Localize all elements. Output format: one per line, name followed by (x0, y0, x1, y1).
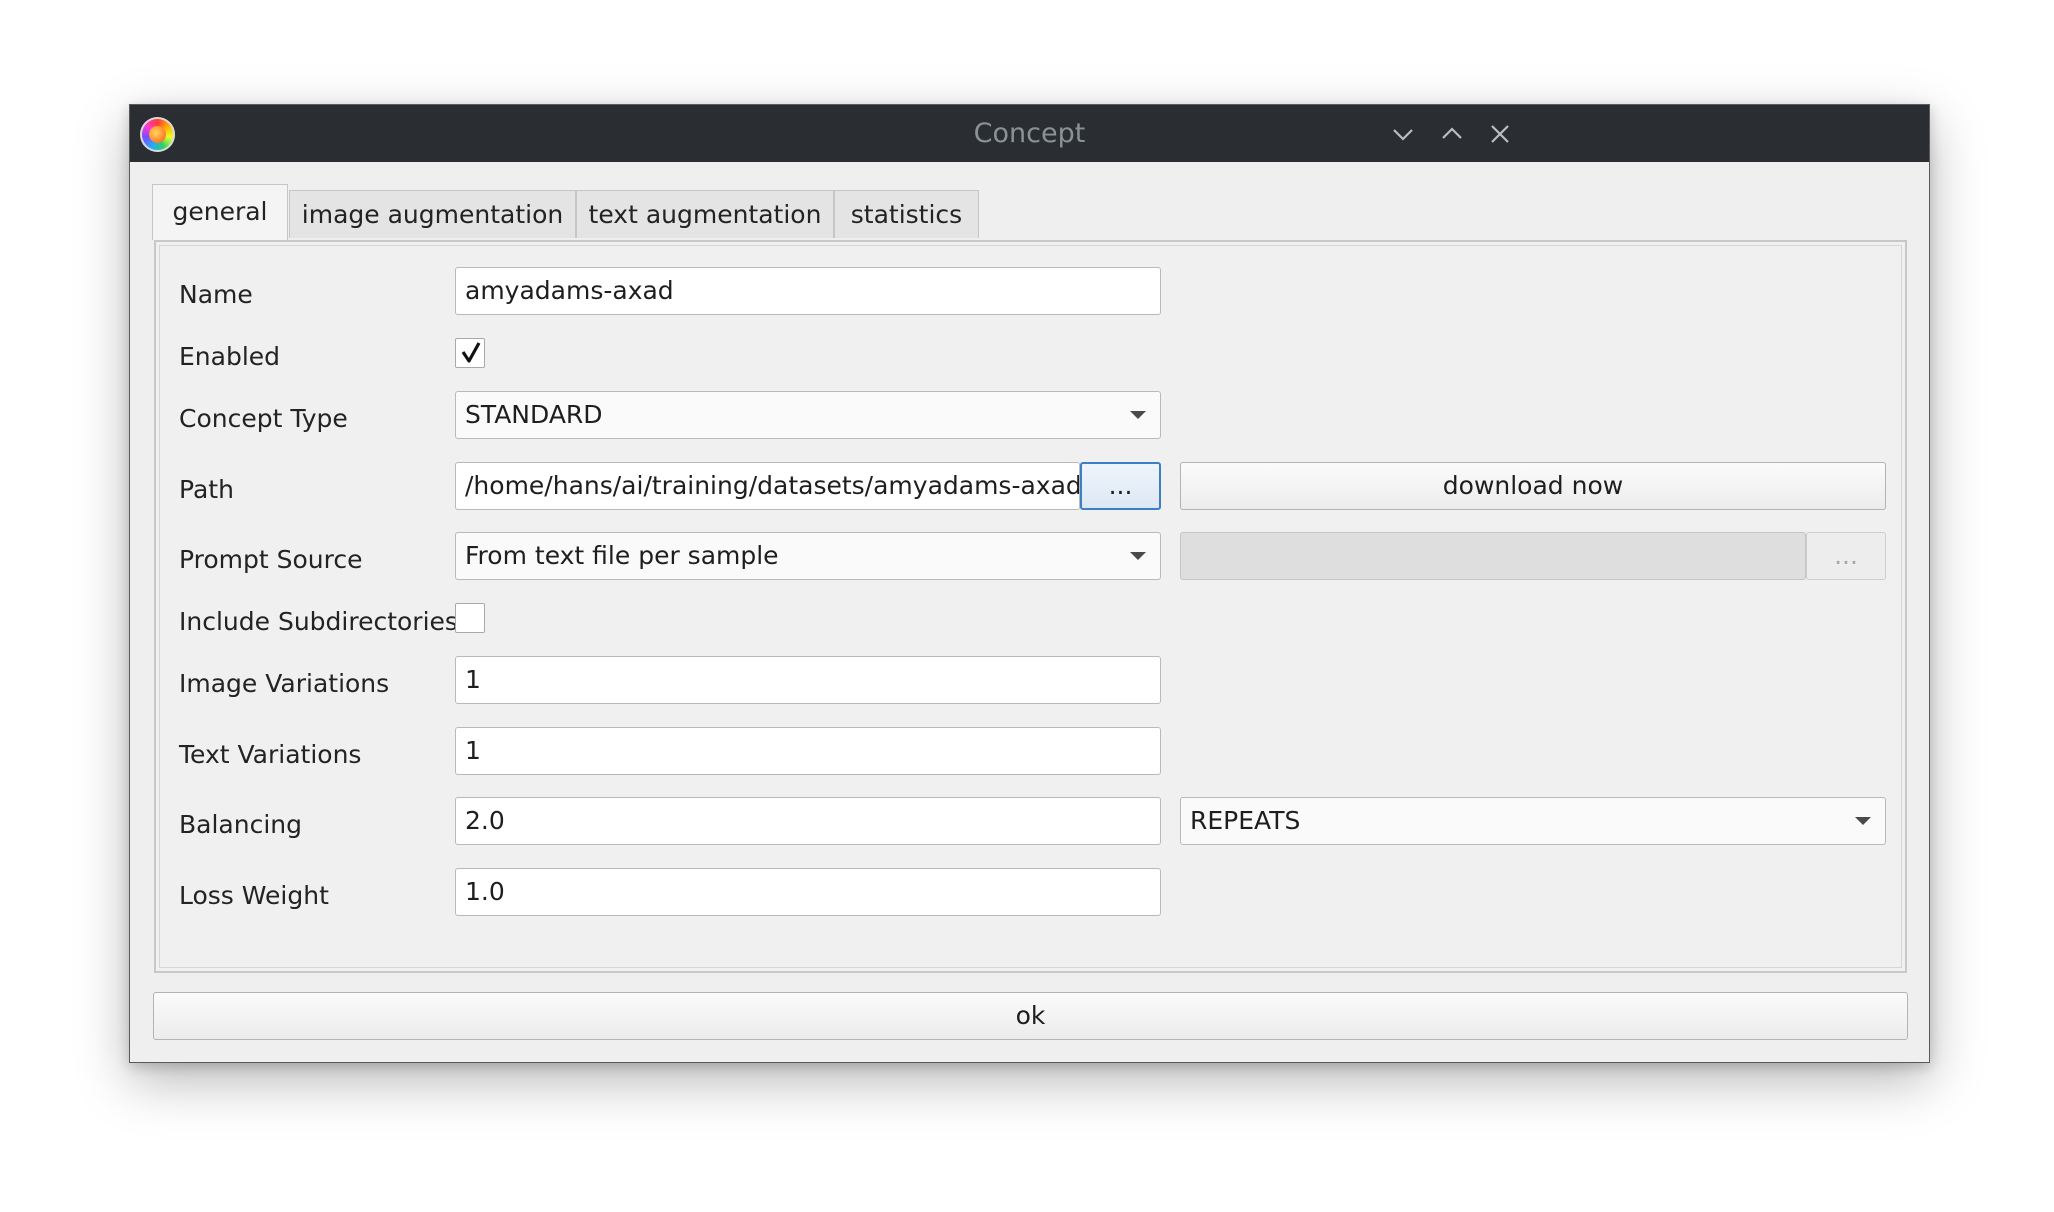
image-variations-input[interactable]: 1 (455, 656, 1161, 704)
chevron-down-icon (1130, 552, 1146, 560)
chevron-down-icon (1130, 411, 1146, 419)
prompt-source-select[interactable]: From text file per sample (455, 532, 1161, 580)
text-variations-input[interactable]: 1 (455, 727, 1161, 775)
chevron-down-icon (1855, 817, 1871, 825)
tab-text-augmentation[interactable]: text augmentation (576, 190, 834, 238)
path-browse-button[interactable]: ... (1080, 462, 1161, 510)
text-variations-label: Text Variations (179, 740, 362, 769)
concept-type-select[interactable]: STANDARD (455, 391, 1161, 439)
concept-type-label: Concept Type (179, 404, 348, 433)
close-icon[interactable] (1485, 119, 1515, 149)
window-title: Concept (973, 118, 1086, 149)
balancing-label: Balancing (179, 810, 302, 839)
include-subdirectories-checkbox[interactable] (455, 603, 485, 633)
minimize-icon[interactable] (1388, 119, 1418, 149)
path-input[interactable]: /home/hans/ai/training/datasets/amyadams… (455, 462, 1080, 510)
ok-button[interactable]: ok (153, 992, 1908, 1040)
loss-weight-input[interactable]: 1.0 (455, 868, 1161, 916)
tab-statistics[interactable]: statistics (834, 190, 979, 238)
checkmark-icon (461, 342, 481, 363)
name-input[interactable]: amyadams-axad (455, 267, 1161, 315)
tab-image-augmentation[interactable]: image augmentation (289, 190, 576, 238)
image-variations-label: Image Variations (179, 669, 390, 698)
prompt-source-value: From text file per sample (465, 541, 779, 570)
name-label: Name (179, 280, 253, 309)
prompt-source-path-input (1180, 532, 1806, 580)
download-now-button[interactable]: download now (1180, 462, 1886, 510)
title-bar[interactable]: Concept (130, 105, 1929, 162)
enabled-checkbox[interactable] (455, 338, 485, 368)
balancing-strategy-value: REPEATS (1190, 806, 1301, 835)
balancing-strategy-select[interactable]: REPEATS (1180, 797, 1886, 845)
include-subdirectories-label: Include Subdirectories (179, 607, 458, 636)
enabled-label: Enabled (179, 342, 281, 371)
prompt-source-browse-button: ... (1806, 532, 1886, 580)
maximize-icon[interactable] (1437, 119, 1467, 149)
path-label: Path (179, 475, 234, 504)
balancing-input[interactable]: 2.0 (455, 797, 1161, 845)
prompt-source-label: Prompt Source (179, 545, 363, 574)
loss-weight-label: Loss Weight (179, 881, 329, 910)
tab-general[interactable]: general (152, 184, 288, 240)
concept-dialog: Concept general image augmentation text … (129, 104, 1930, 1063)
concept-type-value: STANDARD (465, 400, 603, 429)
